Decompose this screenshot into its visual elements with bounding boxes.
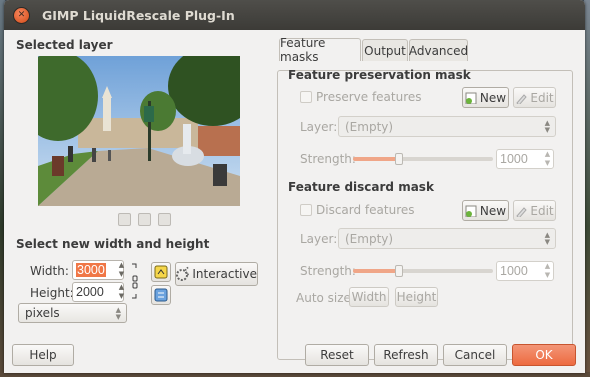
unit-value: pixels: [25, 306, 60, 320]
selected-layer-heading: Selected layer: [16, 38, 113, 52]
preservation-new-button[interactable]: New: [462, 87, 509, 108]
help-label: Help: [29, 348, 57, 362]
reset-size-button[interactable]: [151, 285, 171, 305]
chain-link-icon[interactable]: [131, 262, 139, 302]
layer-preview-image: [38, 56, 240, 206]
preservation-heading: Feature preservation mask: [288, 68, 471, 82]
reset-button[interactable]: Reset: [305, 344, 369, 366]
new-label: New: [479, 90, 507, 105]
width-value: 3000: [76, 263, 106, 277]
preservation-strength-value: 1000: [500, 152, 528, 166]
new-label: New: [479, 203, 507, 218]
close-window-icon[interactable]: ✕: [13, 6, 30, 24]
new-document-icon: [465, 205, 477, 217]
tab-label: Advanced: [408, 43, 469, 58]
swap-size-button[interactable]: [151, 262, 171, 282]
unit-spin-arrows-icon: ▲ ▼: [115, 306, 121, 321]
height-button-label: Height: [396, 290, 437, 304]
window-title: GIMP LiquidRescale Plug-In: [42, 7, 235, 23]
discard-layer-select[interactable]: (Empty) ▲ ▼: [338, 228, 556, 249]
discard-layer-value: (Empty): [345, 231, 394, 246]
help-button[interactable]: Help: [12, 344, 74, 366]
preview-last-icon[interactable]: [158, 213, 171, 226]
discard-strength-knob[interactable]: [395, 265, 403, 277]
width-label: Width:: [30, 264, 69, 278]
interactive-button[interactable]: Interactive: [175, 262, 258, 286]
refresh-label: Refresh: [383, 348, 429, 362]
preservation-layer-select[interactable]: (Empty) ▲ ▼: [338, 116, 556, 137]
tab-label: Output: [364, 43, 406, 58]
preservation-layer-value: (Empty): [345, 119, 394, 134]
size-heading: Select new width and height: [16, 237, 210, 251]
edit-pencil-icon: [516, 93, 528, 104]
unit-select[interactable]: pixels ▲ ▼: [18, 303, 127, 323]
ok-label: OK: [535, 348, 553, 362]
auto-size-label: Auto size:: [296, 291, 355, 305]
layer-spin-arrows-icon: ▲ ▼: [544, 231, 550, 246]
preserve-features-checkbox[interactable]: [300, 91, 312, 103]
preservation-strength-knob[interactable]: [395, 153, 403, 165]
preserve-features-label: Preserve features: [316, 90, 422, 104]
strength-spin-arrows-icon[interactable]: ▲ ▼: [542, 262, 553, 282]
preservation-strength-label: Strength:: [300, 152, 356, 166]
discard-heading: Feature discard mask: [288, 180, 434, 194]
height-label: Height:: [30, 286, 74, 300]
edit-pencil-icon: [516, 206, 528, 217]
swap-size-icon: [154, 265, 168, 279]
auto-size-height-button[interactable]: Height: [395, 287, 438, 307]
tab-output[interactable]: Output: [362, 39, 408, 61]
width-button-label: Width: [351, 290, 387, 304]
preservation-edit-button[interactable]: Edit: [513, 87, 556, 108]
height-value: 2000: [76, 285, 104, 299]
tab-feature-masks[interactable]: Feature masks: [279, 36, 361, 64]
edit-label: Edit: [530, 203, 554, 218]
preservation-strength-fill: [353, 157, 399, 161]
gears-icon: [176, 266, 190, 281]
dialog-content: Selected layer Select new width and heig…: [4, 30, 585, 373]
height-spin-arrows-icon[interactable]: ▲ ▼: [116, 283, 127, 303]
strength-spin-arrows-icon[interactable]: ▲ ▼: [542, 150, 553, 170]
layer-spin-arrows-icon: ▲ ▼: [544, 119, 550, 134]
auto-size-width-button[interactable]: Width: [349, 287, 389, 307]
refresh-button[interactable]: Refresh: [374, 344, 438, 366]
preservation-layer-label: Layer:: [300, 120, 338, 134]
width-spin-arrows-icon[interactable]: ▲ ▼: [116, 261, 127, 281]
preview-first-icon[interactable]: [118, 213, 131, 226]
discard-new-button[interactable]: New: [462, 200, 509, 221]
plugin-dialog: ✕ GIMP LiquidRescale Plug-In Selected la…: [4, 0, 585, 373]
tab-label: Feature masks: [280, 36, 326, 64]
discard-strength-fill: [353, 269, 399, 273]
preview-navigation: [118, 213, 171, 226]
tab-advanced[interactable]: Advanced: [409, 39, 468, 61]
cancel-label: Cancel: [454, 348, 496, 362]
cancel-button[interactable]: Cancel: [443, 344, 507, 366]
discard-features-label: Discard features: [316, 203, 415, 217]
title-bar: ✕ GIMP LiquidRescale Plug-In: [4, 0, 585, 30]
preview-refresh-icon[interactable]: [138, 213, 151, 226]
new-document-icon: [465, 92, 477, 104]
interactive-label: Interactive: [192, 267, 257, 281]
ok-button[interactable]: OK: [512, 344, 576, 366]
edit-label: Edit: [530, 90, 554, 105]
discard-features-checkbox[interactable]: [300, 204, 312, 216]
reset-size-icon: [154, 288, 168, 302]
discard-strength-label: Strength:: [300, 264, 356, 278]
discard-layer-label: Layer:: [300, 232, 338, 246]
discard-edit-button[interactable]: Edit: [513, 200, 556, 221]
discard-strength-value: 1000: [500, 264, 528, 278]
reset-label: Reset: [320, 348, 354, 362]
